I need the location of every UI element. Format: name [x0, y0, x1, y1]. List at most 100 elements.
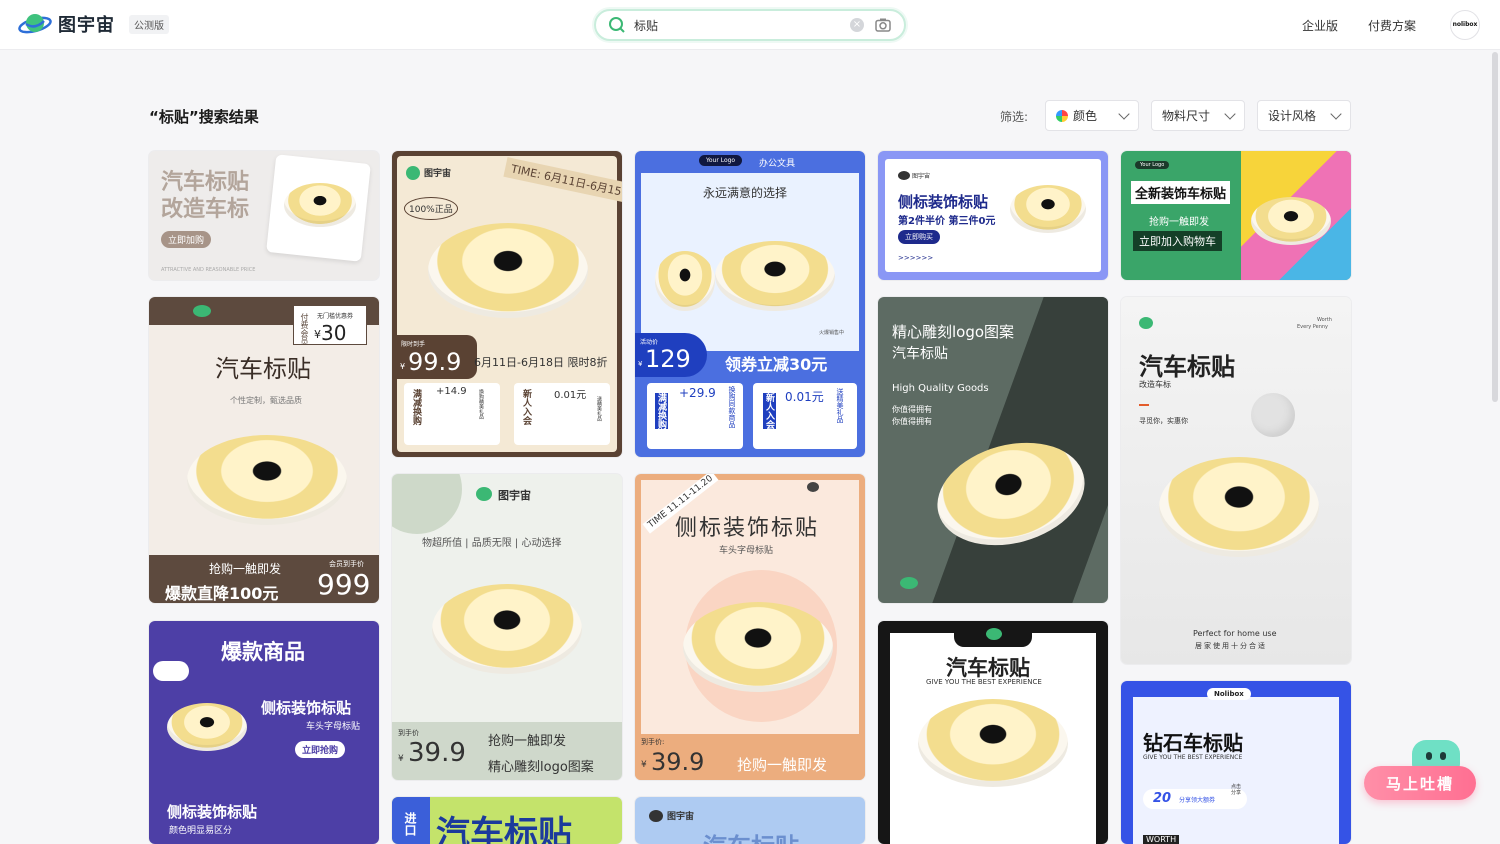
arrows: >>>>>>	[898, 254, 934, 262]
en-caption: High Quality Goods	[892, 383, 989, 394]
filter-size-dropdown[interactable]: 物料尺寸	[1151, 100, 1245, 131]
search-icon[interactable]	[608, 16, 626, 34]
card-inner	[1133, 697, 1339, 844]
card-line2: 精心雕刻logo图案	[488, 760, 594, 775]
side-label: 进口	[403, 812, 417, 836]
card-subtitle: GIVE YOU THE BEST EXPERIENCE	[1143, 754, 1243, 761]
template-card-10[interactable]: Worth Every Penny 汽车标贴 改造车标 寻觅你，实惠你 Perf…	[1121, 297, 1351, 664]
card-title: 钻石车标贴	[1143, 731, 1243, 755]
offer-b-price: 0.01元	[554, 390, 587, 401]
template-card-9[interactable]: 精心雕刻logo图案 汽车标贴 High Quality Goods 你值得拥有…	[878, 297, 1108, 603]
offer-b-note: 送精美礼品	[836, 388, 844, 423]
nav-enterprise[interactable]: 企业版	[1302, 17, 1338, 34]
coupon-amount: 20	[1153, 791, 1172, 806]
share-label: 点击分享	[1231, 784, 1242, 796]
planet-badge-icon	[193, 305, 211, 317]
authentic-stamp: 100%正品	[404, 197, 458, 220]
label-roll-image	[1251, 197, 1331, 245]
card-subtitle: 第2件半价 第三件0元	[898, 216, 996, 227]
nav-pricing[interactable]: 付费方案	[1368, 17, 1416, 34]
slogan: 物超所值 | 品质无限 | 心动选择	[422, 538, 562, 549]
offer-a-price: +29.9	[679, 386, 716, 400]
template-card-3[interactable]: Your Logo 办公文具 永远满意的选择 火爆销售中 活动价 129 ¥ 领…	[635, 151, 865, 457]
template-card-4[interactable]: 图宇宙 侧标装饰标贴 第2件半价 第三件0元 立即购买 >>>>>>	[878, 151, 1108, 280]
tag-line: 寻觅你，实惠你	[1139, 417, 1188, 425]
currency-symbol: ¥	[398, 754, 404, 764]
label-roll-image	[1010, 185, 1086, 233]
cloud-icon	[153, 661, 189, 681]
logo[interactable]: 图宇宙 公测版	[18, 10, 169, 38]
card-title: 侧标装饰标贴	[898, 193, 989, 211]
brand: 图宇宙	[424, 169, 452, 179]
template-card-7[interactable]: 图宇宙 物超所值 | 品质无限 | 心动选择 到手价 39.9 ¥ 抢购一触即发…	[392, 474, 622, 780]
planet-badge-icon	[649, 810, 663, 822]
template-card-13[interactable]: Nolibox 钻石车标贴 GIVE YOU THE BEST EXPERIEN…	[1121, 681, 1351, 844]
corner-1: Worth	[1317, 317, 1332, 323]
price: 39.9	[651, 748, 705, 776]
price: 99.9	[408, 348, 462, 376]
label-roll-image	[715, 241, 835, 311]
filter-style-dropdown[interactable]: 设计风格	[1257, 100, 1351, 131]
filter-color-dropdown[interactable]: 颜色	[1045, 100, 1139, 131]
buy-button: 立即抢购	[295, 741, 346, 758]
search-input[interactable]	[634, 18, 850, 32]
label-roll-image	[284, 183, 356, 227]
template-card-14[interactable]: 进口 汽车标贴	[392, 797, 622, 844]
currency-symbol: ¥	[314, 328, 321, 341]
planet-badge-icon	[898, 171, 910, 180]
slogan: 永远满意的选择	[703, 186, 788, 200]
card-subtitle: 抢购一触即发	[1149, 217, 1209, 228]
label-roll-image	[187, 435, 347, 525]
results-title: “标贴”搜索结果	[149, 108, 259, 126]
offer-a-tag: 满减换购	[655, 393, 668, 429]
card-subtitle: 汽车标贴	[892, 346, 948, 362]
price-label: 限时到手	[401, 341, 426, 348]
template-card-1[interactable]: 汽车标贴 改造车标 立即加购 ATTRACTIVE AND REASONABLE…	[149, 151, 379, 280]
corner-2: Every Penny	[1297, 324, 1329, 330]
card-footer: ATTRACTIVE AND REASONABLE PRICE	[161, 267, 256, 273]
camera-icon[interactable]	[874, 16, 892, 34]
chevron-down-icon	[1118, 108, 1130, 120]
planet-badge-icon	[476, 487, 492, 501]
label-roll-image	[167, 703, 247, 751]
line-2: 你值得拥有	[892, 417, 932, 426]
template-card-8[interactable]: TIME 11.11-11.20 侧标装饰标贴 车头字母标贴 到手价: 39.9…	[635, 474, 865, 780]
template-card-2[interactable]: 图宇宙 TIME: 6月11日-6月15日 100%正品 限时到手 99.9 ¥…	[392, 151, 622, 457]
template-card-5[interactable]: Your Logo 全新装饰车标贴 抢购一触即发 立即加入购物车	[1121, 151, 1351, 280]
page-scrollbar[interactable]	[1492, 52, 1498, 402]
voucher-label: 无门槛优惠券	[317, 313, 354, 320]
cn-caption: 居家使用十分合适	[1195, 642, 1267, 650]
card-title: 汽车标贴	[703, 827, 799, 844]
planet-badge-icon	[900, 577, 918, 589]
label-roll-image	[918, 699, 1068, 787]
offer-b-price: 0.01元	[785, 390, 824, 404]
worth-label: WORTH	[1143, 835, 1180, 844]
template-card-11[interactable]: 爆款商品 侧标装饰标贴 车头字母标贴 立即抢购 侧标装饰标贴 颜色明显易区分	[149, 621, 379, 844]
date-text: 6月11日-6月18日 限时8折	[474, 356, 608, 369]
avatar[interactable]: nolibox	[1450, 10, 1480, 40]
template-card-6[interactable]: 付费会员 无门槛优惠券 30 ¥ 汽车标贴 个性定制，甄选品质 抢购一触即发 爆…	[149, 297, 379, 603]
voucher-amount: 30	[321, 321, 347, 345]
card-subtitle: 车头字母标贴	[719, 546, 774, 556]
card-line4: 颜色明显易区分	[169, 826, 233, 836]
card-line2: 车头字母标贴	[306, 722, 361, 732]
currency-symbol: ¥	[641, 760, 647, 770]
brand-pill: Nolibox	[1207, 688, 1251, 700]
card-title: 全新装饰车标贴	[1131, 181, 1231, 204]
template-card-12[interactable]: 汽车标贴 GIVE YOU THE BEST EXPERIENCE	[878, 621, 1108, 844]
feedback-button[interactable]: 马上吐槽	[1364, 766, 1476, 800]
card-subtitle: 改造车标	[1139, 380, 1171, 389]
voucher-tag: 付费会员	[300, 313, 309, 345]
label-roll-image-small	[655, 251, 715, 311]
card-line1: 侧标装饰标贴	[261, 699, 352, 717]
clear-icon[interactable]: ×	[850, 18, 864, 32]
chevron-down-icon	[1224, 108, 1236, 120]
logo-pill: Your Logo	[699, 155, 743, 166]
card-subtitle: 改造车标	[161, 197, 250, 222]
color-wheel-icon	[1056, 109, 1068, 122]
promo-text: 领券立减30元	[725, 355, 828, 374]
template-card-15[interactable]: 图宇宙 汽车标贴	[635, 797, 865, 844]
planet-badge-icon	[406, 166, 420, 180]
beta-badge: 公测版	[129, 14, 169, 34]
rush-text: 抢购一触即发	[737, 756, 828, 774]
